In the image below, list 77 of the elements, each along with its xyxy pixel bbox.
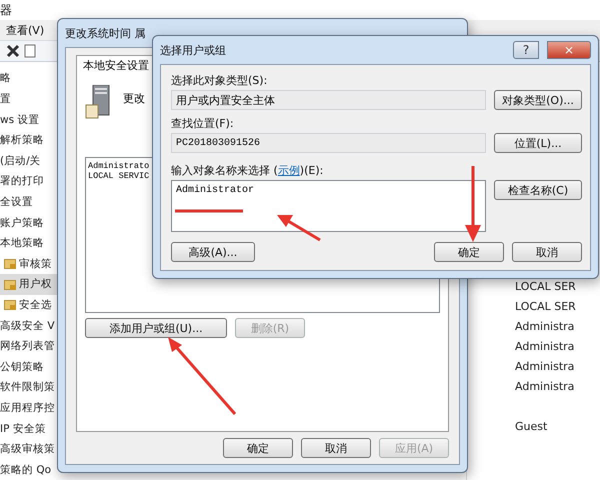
object-type-button[interactable]: 对象类型(O)... (494, 90, 582, 110)
tree-item[interactable]: 本地策略 (0, 232, 57, 254)
dialog-button[interactable]: 确定 (223, 438, 293, 458)
tree-item-label: 账户策略 (0, 216, 44, 230)
dialog-button[interactable]: 取消 (301, 438, 371, 458)
tree-item-label: 用户权 (19, 277, 52, 292)
field-label: 选择此对象类型(S): (171, 73, 268, 88)
tree-item-label: IP 安全策 (0, 422, 46, 436)
tree-item[interactable]: (启动/关 (0, 150, 57, 172)
dialog-button[interactable]: 确定 (434, 242, 504, 262)
location-field: PC201803091526 (171, 133, 486, 153)
field-label: 输入对象名称来选择 (示例)(E): (171, 163, 324, 178)
tree-item[interactable]: 公钥策略 (0, 356, 57, 378)
advanced-button[interactable]: 高级(A)... (171, 242, 255, 262)
list-item[interactable]: Administra (515, 336, 600, 356)
tree-item-label: 公钥策略 (0, 360, 44, 374)
tree-item[interactable]: 网络列表管 (0, 336, 57, 356)
tree-item[interactable]: ws 设置 (0, 109, 57, 130)
menu-item[interactable]: 查看(V) (6, 22, 44, 38)
tree-item-label: 本地策略 (0, 236, 44, 250)
tree-item-label: 网络列表管 (0, 339, 55, 354)
document-icon[interactable] (24, 44, 36, 58)
tree-item[interactable]: 高级安全 V (0, 315, 57, 336)
tree-item-label: 署的打印 (0, 174, 44, 188)
add-user-button[interactable]: 添加用户或组(U)... (85, 318, 227, 338)
tree-item[interactable]: 略 (0, 68, 57, 89)
tree-item[interactable]: 用户权 (0, 274, 57, 295)
lock-folder-icon (4, 298, 17, 312)
tree-item-label: ws 设置 (0, 112, 40, 127)
tree-item-label: 策略的 Qo (0, 462, 52, 477)
tree-item-label: 高级安全 V (0, 318, 55, 333)
examples-link[interactable]: 示例 (278, 164, 300, 177)
tree-item-label: 高级审核策 (0, 442, 55, 456)
lock-folder-icon (4, 278, 17, 291)
object-type-field: 用户或内置安全主体 (171, 90, 486, 110)
tree-item-label: 软件限制策 (0, 380, 55, 394)
tree-item[interactable]: 高级审核策 (0, 438, 57, 460)
underline-mark (174, 209, 244, 213)
dialog-title: 更改系统时间 属 (65, 26, 146, 40)
tree-item[interactable]: 账户策略 (0, 212, 57, 233)
tree-item-label: 略 (0, 71, 11, 86)
tree-item[interactable]: 置 (0, 88, 57, 110)
list-item[interactable]: LOCAL SER (515, 296, 600, 316)
tree-item[interactable]: IP 安全策 (0, 418, 57, 439)
tree-item[interactable]: 安全选 (0, 294, 57, 316)
tree-item-label: 审核策 (19, 256, 52, 271)
dialog-title: 选择用户或组 (160, 42, 226, 58)
field-label: 查找位置(F): (171, 116, 235, 131)
tree-item[interactable]: 署的打印 (0, 171, 57, 192)
tree-item[interactable]: 策略的 Qo (0, 459, 57, 480)
tree-item-label: 安全选 (19, 298, 52, 312)
tree-item[interactable]: 全设置 (0, 192, 57, 212)
tree-item[interactable]: 解析策略 (0, 130, 57, 150)
list-item[interactable]: Administra (515, 356, 600, 376)
tree-item-label: 解析策略 (0, 133, 44, 148)
tree-item-label: 全设置 (0, 194, 33, 209)
lock-folder-icon (4, 257, 17, 270)
list-item[interactable]: Administra (515, 376, 600, 396)
list-item[interactable]: Administra (515, 316, 600, 336)
server-icon (85, 85, 111, 119)
dialog-button[interactable]: 取消 (512, 242, 582, 262)
tree-item[interactable]: 应用程序控 (0, 398, 57, 418)
close-icon[interactable] (6, 44, 20, 58)
location-button[interactable]: 位置(L)... (494, 133, 582, 153)
object-names-input[interactable]: Administrator (171, 180, 486, 232)
tree-item[interactable]: 审核策 (0, 253, 57, 274)
list-item[interactable]: LOCAL SER (515, 276, 600, 296)
arrow-mark (276, 214, 322, 242)
tree-item-label: 应用程序控 (0, 400, 55, 415)
tree-item-label: 置 (0, 92, 11, 106)
window-title: 器 (0, 3, 12, 17)
check-names-button[interactable]: 检查名称(C) (494, 180, 582, 200)
help-button[interactable]: ? (513, 41, 539, 59)
policy-name: 更改 (123, 91, 145, 106)
list-item[interactable]: Guest (515, 416, 600, 436)
tree-item-label: (启动/关 (0, 154, 41, 168)
tree-item[interactable]: 软件限制策 (0, 377, 57, 398)
